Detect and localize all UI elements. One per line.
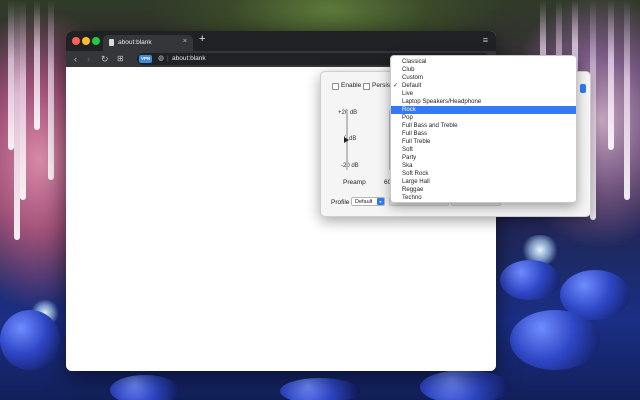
dropdown-option[interactable]: Reggae [391,186,576,194]
dropdown-option[interactable]: Full Bass [391,130,576,138]
dropdown-option[interactable]: Live [391,90,576,98]
dropdown-option-label: Rock [402,106,416,113]
dropdown-option-label: Techno [402,194,422,201]
dropdown-option-label: Custom [402,74,423,81]
wallpaper-rock [110,375,180,400]
dropdown-option[interactable]: Soft Rock [391,170,576,178]
dropdown-option[interactable]: Pop [391,114,576,122]
dropdown-option-label: Reggae [402,186,424,193]
profile-select[interactable]: Default ▾ [351,197,385,206]
globe-icon: ◍ [158,55,165,62]
reload-button[interactable]: ↻ [101,52,109,66]
wallpaper-rock [510,310,600,370]
dropdown-option[interactable]: Techno [391,194,576,202]
dropdown-option[interactable]: Classical [391,58,576,66]
persist-label: Persist [372,82,392,89]
dropdown-option[interactable]: Full Bass and Treble [391,122,576,130]
db-min-label: -20 dB [341,163,359,169]
dropdown-option[interactable]: Ska [391,162,576,170]
dropdown-option[interactable]: Large Hall [391,178,576,186]
icicle [48,0,54,180]
icicle [34,0,40,130]
dropdown-option[interactable]: Rock [391,106,576,114]
dropdown-option[interactable]: Full Treble [391,138,576,146]
profile-dropdown-menu: Classical Club Custom ✓ Default Live Laptop Sp… [390,55,577,203]
dropdown-option-label: Full Bass [402,130,428,137]
icicle [624,0,630,200]
persist-checkbox[interactable] [363,83,370,90]
dropdown-option-label: Full Bass and Treble [402,122,458,129]
new-tab-button[interactable]: + [199,34,205,45]
dropdown-option-label: Club [402,66,415,73]
dropdown-option-label: Default [402,82,422,89]
dropdown-option-label: Full Treble [402,138,431,145]
wallpaper-rock [500,260,560,300]
tab-title: about:blank [118,39,152,46]
dropdown-option-label: Soft Rock [402,170,429,177]
enable-checkbox[interactable] [332,83,339,90]
tab-about-blank[interactable]: about:blank × [103,35,193,51]
dropdown-option[interactable]: Laptop Speakers/Headphone [391,98,576,106]
url-text[interactable]: about:blank [172,54,206,64]
dropdown-option[interactable]: Soft [391,146,576,154]
popup-select-arrow[interactable] [580,84,586,93]
dropdown-option[interactable]: ✓ Default [391,82,576,90]
dropdown-option-label: Pop [402,114,413,121]
maximize-window-button[interactable] [92,37,100,45]
preamp-slider-thumb[interactable] [344,137,349,143]
dropdown-option-label: Classical [402,58,427,65]
profile-select-value: Default [355,199,373,205]
checkmark-icon: ✓ [393,83,399,89]
document-icon [109,39,114,46]
icicle [20,0,26,200]
title-bar: about:blank × + ≡ [66,31,496,51]
back-button[interactable]: ‹ [74,52,77,66]
dropdown-option[interactable]: Club [391,66,576,74]
speed-dial-icon[interactable]: ⊞ [117,52,124,66]
dropdown-option-label: Soft [402,146,413,153]
dropdown-option-label: Live [402,90,414,97]
preamp-label: Preamp [343,179,366,186]
close-window-button[interactable] [72,37,80,45]
enable-label: Enable [341,82,362,89]
icicle [608,0,614,150]
chevron-down-icon: ▾ [377,198,384,205]
tab-search-icon[interactable]: ≡ [483,35,488,45]
minimize-window-button[interactable] [82,37,90,45]
dropdown-option[interactable]: Custom [391,74,576,82]
dropdown-option-label: Ska [402,162,413,169]
dropdown-option[interactable]: Party [391,154,576,162]
icicle [14,0,20,240]
wallpaper-rock [420,370,510,400]
wallpaper-rock [0,310,60,370]
tab-close-icon[interactable]: × [183,38,187,45]
dropdown-option-label: Large Hall [402,178,430,185]
url-separator: | [167,55,169,62]
forward-button[interactable]: › [87,52,90,66]
wallpaper-rock [280,378,360,400]
dropdown-option-label: Laptop Speakers/Headphone [402,98,482,105]
dropdown-option-label: Party [402,154,417,161]
profile-label: Profile [331,199,350,206]
vpn-badge[interactable]: VPN [139,55,153,63]
